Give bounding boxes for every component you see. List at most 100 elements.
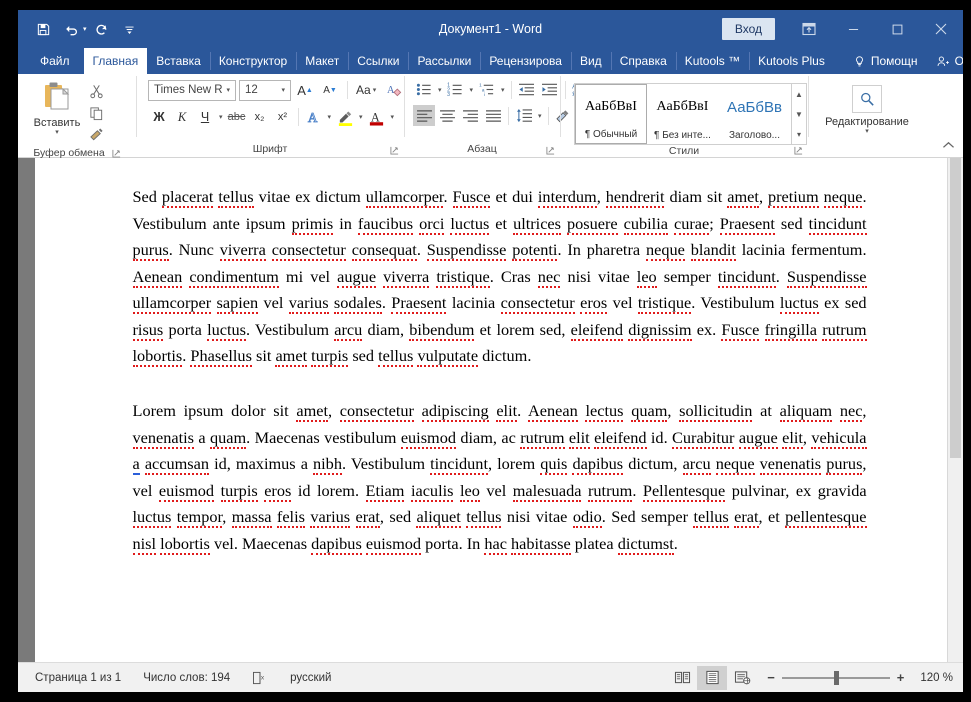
zoom-out-button[interactable]: − <box>767 670 775 685</box>
spelling-error-word[interactable]: dapibus <box>311 534 362 555</box>
tab-tell-me[interactable]: Помощн <box>844 48 927 74</box>
spelling-error-word[interactable]: venenatis <box>133 428 194 449</box>
editing-dropdown-icon[interactable]: ▾ <box>865 129 869 135</box>
spelling-error-word[interactable]: amet <box>727 187 759 208</box>
spelling-error-word[interactable]: tellus <box>693 507 728 528</box>
paste-button[interactable]: Вставить ▾ <box>30 79 84 136</box>
spelling-error-word[interactable]: nisl <box>133 534 157 555</box>
spelling-error-word[interactable]: eros <box>264 481 291 502</box>
font-name-combo[interactable]: Times New R ▾ <box>148 80 236 101</box>
spelling-error-word[interactable]: lobortis <box>160 534 210 555</box>
spelling-error-word[interactable]: varius <box>310 507 350 528</box>
spelling-error-word[interactable]: Aenean <box>133 267 183 288</box>
spelling-error-word[interactable]: primis <box>292 214 334 235</box>
tab-share[interactable]: Общий доступ <box>927 48 963 74</box>
font-size-combo[interactable]: 12 ▾ <box>239 80 291 101</box>
spelling-error-word[interactable]: potenti <box>512 240 557 261</box>
spelling-error-word[interactable]: habitasse <box>511 534 571 555</box>
cut-icon[interactable] <box>84 81 108 101</box>
spelling-error-word[interactable]: tincidunt <box>718 267 776 288</box>
tab-review[interactable]: Рецензирова <box>480 48 571 74</box>
spelling-error-word[interactable]: turpis <box>221 481 258 502</box>
spelling-error-word[interactable]: eleifend <box>594 428 646 449</box>
bullets-icon[interactable] <box>413 79 435 100</box>
spelling-error-word[interactable]: amet <box>296 401 328 422</box>
shrink-font-button[interactable]: A▼ <box>319 79 341 101</box>
editing-button[interactable]: Редактирование ▾ <box>819 82 915 135</box>
strikethrough-button[interactable]: abc <box>226 106 248 128</box>
spelling-error-word[interactable]: vulputate <box>417 346 478 367</box>
spelling-error-word[interactable]: tellus <box>466 507 501 528</box>
spelling-error-word[interactable]: aliquam <box>780 401 832 422</box>
spelling-error-word[interactable]: sollicitudin <box>679 401 752 422</box>
spelling-error-word[interactable]: Aenean <box>528 401 578 422</box>
document-page[interactable]: Sed placerat tellus vitae ex dictum ulla… <box>35 158 947 662</box>
spelling-error-word[interactable]: elit <box>496 401 517 422</box>
multilevel-chevron-down-icon[interactable]: ▾ <box>499 86 507 94</box>
spelling-error-word[interactable]: ullamcorper <box>366 187 444 208</box>
highlight-button[interactable] <box>334 106 356 128</box>
grow-font-button[interactable]: A▲ <box>294 79 316 101</box>
spelling-error-word[interactable]: leo <box>637 267 657 288</box>
language-indicator[interactable]: русский <box>279 672 342 684</box>
spelling-error-word[interactable]: sodales <box>334 293 382 314</box>
close-button[interactable] <box>919 10 963 48</box>
spelling-error-word[interactable]: augue <box>337 267 376 288</box>
spelling-error-word[interactable]: quam <box>631 401 667 422</box>
spelling-error-word[interactable]: condimentum <box>189 267 279 288</box>
align-center-icon[interactable] <box>436 105 458 126</box>
subscript-button[interactable]: x₂ <box>249 106 271 128</box>
bullets-chevron-down-icon[interactable]: ▾ <box>436 86 444 94</box>
web-layout-icon[interactable] <box>727 666 757 690</box>
zoom-thumb[interactable] <box>834 671 839 685</box>
spelling-error-word[interactable]: faucibus <box>358 214 413 235</box>
spelling-error-word[interactable]: Pellentesque <box>643 481 725 502</box>
clipboard-dialog-launcher[interactable] <box>112 149 121 158</box>
zoom-level[interactable]: 120 % <box>914 672 957 684</box>
undo-icon[interactable] <box>58 16 84 42</box>
word-count[interactable]: Число слов: 194 <box>132 672 241 684</box>
spelling-error-word[interactable]: consectetur <box>272 240 346 261</box>
font-name-chevron-down-icon[interactable]: ▾ <box>223 86 233 94</box>
spelling-error-word[interactable]: lobortis <box>133 346 183 367</box>
tab-layout[interactable]: Макет <box>296 48 348 74</box>
spelling-error-word[interactable]: placerat <box>162 187 214 208</box>
spelling-error-word[interactable]: interdum <box>538 187 597 208</box>
spelling-error-word[interactable]: luctus <box>207 320 246 341</box>
spelling-error-word[interactable]: quam <box>210 428 246 449</box>
read-mode-icon[interactable] <box>667 666 697 690</box>
italic-button[interactable]: К <box>171 106 193 128</box>
spelling-error-word[interactable]: curae <box>674 214 709 235</box>
spelling-error-word[interactable]: euismod <box>159 481 214 502</box>
spelling-error-word[interactable]: amet <box>275 346 307 367</box>
vertical-scrollbar[interactable] <box>947 158 963 662</box>
spelling-error-word[interactable]: euismod <box>366 534 421 555</box>
spelling-error-word[interactable]: ullamcorper <box>133 293 212 314</box>
spelling-error-word[interactable]: malesuada <box>513 481 582 502</box>
scrollbar-thumb[interactable] <box>950 158 961 458</box>
spelling-error-word[interactable]: viverra <box>220 240 266 261</box>
tab-help[interactable]: Справка <box>611 48 676 74</box>
highlight-chevron-down-icon[interactable]: ▾ <box>357 113 365 121</box>
proofing-errors-icon[interactable]: x <box>241 671 279 685</box>
spelling-error-word[interactable]: turpis <box>311 346 348 367</box>
spelling-error-word[interactable]: adipiscing <box>422 401 489 422</box>
spelling-error-word[interactable]: dictumst <box>618 534 674 555</box>
spelling-error-word[interactable]: rutrum <box>822 320 866 341</box>
spelling-error-word[interactable]: consequat <box>352 240 417 261</box>
style-normal[interactable]: АаБбВвI ¶ Обычный <box>575 84 647 144</box>
spelling-error-word[interactable]: Fusce <box>721 320 759 341</box>
zoom-slider[interactable]: − + <box>757 670 914 685</box>
spelling-error-word[interactable]: pretium <box>768 187 819 208</box>
spelling-error-word[interactable]: bibendum <box>409 320 474 341</box>
font-size-chevron-down-icon[interactable]: ▾ <box>278 86 288 94</box>
change-case-button[interactable]: Aa ▾ <box>354 79 380 101</box>
line-spacing-chevron-down-icon[interactable]: ▾ <box>536 112 544 120</box>
spelling-error-word[interactable]: eros <box>580 293 607 314</box>
align-left-icon[interactable] <box>413 105 435 126</box>
spelling-error-word[interactable]: odio <box>573 507 602 528</box>
sign-in-button[interactable]: Вход <box>722 18 775 40</box>
paragraph-dialog-launcher[interactable] <box>546 146 555 155</box>
spelling-error-word[interactable]: ultrices <box>513 214 561 235</box>
tab-design[interactable]: Конструктор <box>210 48 296 74</box>
